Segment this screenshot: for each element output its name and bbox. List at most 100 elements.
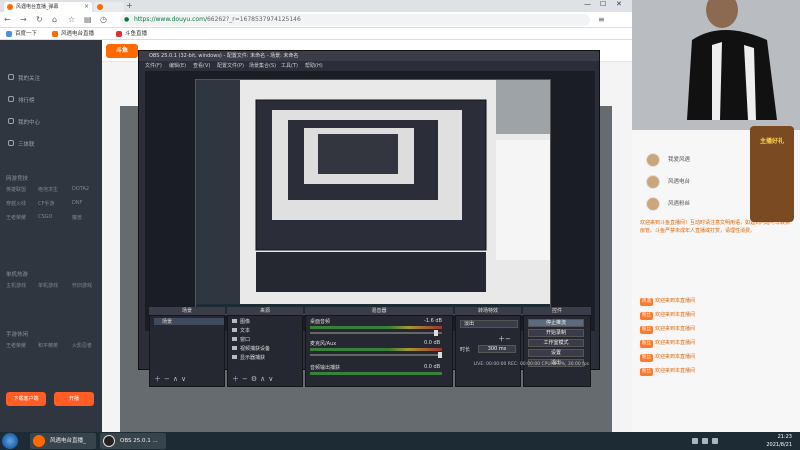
transition-select[interactable]: 淡出 bbox=[460, 320, 518, 328]
url-input[interactable]: ● https://www.douyu.com/66262?_r=1678537… bbox=[120, 14, 590, 26]
source-item[interactable]: 显示器捕获 bbox=[232, 354, 265, 361]
source-item[interactable]: 文本 bbox=[232, 327, 250, 334]
duration-label: 时长 bbox=[460, 347, 471, 353]
taskbar-app-obs[interactable]: OBS 25.0.1 ... bbox=[100, 433, 166, 449]
obs-menu-help[interactable]: 帮助(H) bbox=[305, 62, 323, 69]
start-button[interactable] bbox=[2, 433, 18, 449]
maximize-icon[interactable]: ☐ bbox=[600, 0, 606, 8]
category-link[interactable]: 单机游戏 bbox=[38, 282, 58, 289]
bookmark-item[interactable]: 百度一下 bbox=[6, 29, 37, 39]
category-link[interactable]: 穿越火线 bbox=[6, 200, 26, 207]
avatar bbox=[646, 197, 660, 211]
obs-menu-file[interactable]: 文件(F) bbox=[145, 62, 162, 69]
volume-slider[interactable] bbox=[310, 352, 442, 358]
home-icon[interactable]: ⌂ bbox=[52, 15, 57, 24]
mixer-track-label: 桌面音频 bbox=[310, 319, 331, 325]
rank-user[interactable]: 我爱风遇 bbox=[646, 152, 734, 168]
obs-preview-canvas[interactable]: 场景 场景 ＋−∧∨ 来源 图像 文本 窗口 视频捕获设备 显示器捕获 ＋−⚙∧… bbox=[145, 71, 595, 387]
tab-douyu-live[interactable]: 风遇电台直播_弹幕 × bbox=[4, 2, 92, 12]
history-icon[interactable]: ◷ bbox=[100, 15, 107, 24]
category-link[interactable]: DOTA2 bbox=[72, 186, 89, 192]
duration-input[interactable]: 300 ms bbox=[478, 345, 516, 353]
sources-dock-title: 来源 bbox=[227, 307, 303, 315]
mixer-track-db: -1.6 dB bbox=[424, 318, 442, 324]
sidebar-item-follow[interactable]: 我的关注 bbox=[8, 74, 40, 82]
category-link[interactable]: 英雄联盟 bbox=[6, 186, 26, 193]
reader-icon[interactable]: ▤ bbox=[84, 15, 92, 24]
add-remove-transition-icons[interactable]: ＋− bbox=[498, 334, 511, 344]
category-link[interactable]: 王者荣耀 bbox=[6, 214, 26, 221]
category-link[interactable]: 王者荣耀 bbox=[6, 342, 26, 349]
rank-user[interactable]: 风遇粉丝 bbox=[646, 196, 734, 212]
category-link[interactable]: DNF bbox=[72, 200, 82, 206]
mixer-dock: 桌面音频 -1.6 dB 麦克风/Aux 0.0 dB 音频输出捕获 0.0 d… bbox=[305, 315, 453, 387]
window-source-icon bbox=[232, 337, 237, 341]
stop-streaming-button[interactable]: 停止推流 bbox=[528, 319, 584, 327]
tray-ime-icon[interactable] bbox=[712, 438, 718, 444]
chat-message: 粉丝 欢迎来到本直播间 bbox=[640, 368, 696, 376]
source-item[interactable]: 窗口 bbox=[232, 336, 250, 343]
obs-menu-view[interactable]: 查看(V) bbox=[193, 62, 210, 69]
category-link[interactable]: CF手游 bbox=[38, 200, 54, 207]
transitions-dock: 淡出 ＋− 时长 300 ms bbox=[455, 315, 521, 387]
webcam-overlay bbox=[632, 0, 800, 130]
settings-button[interactable]: 设置 bbox=[528, 349, 584, 357]
new-tab-icon[interactable]: + bbox=[126, 1, 133, 10]
sidebar-item-center[interactable]: 我的中心 bbox=[8, 118, 40, 126]
start-live-button[interactable]: 开播 bbox=[54, 392, 94, 406]
close-window-icon[interactable]: ✕ bbox=[616, 0, 622, 8]
avatar bbox=[646, 153, 660, 167]
sources-dock-controls[interactable]: ＋−⚙∧∨ bbox=[232, 374, 276, 384]
chat-message: 粉丝 欢迎来到本直播间 bbox=[640, 326, 696, 334]
clock-time[interactable]: 21:23 bbox=[778, 434, 792, 440]
system-tray: 21:23 2021/8/21 bbox=[686, 433, 796, 449]
bookmark-item[interactable]: 风遇电台直播 bbox=[52, 29, 94, 39]
mixer-track-db: 0.0 dB bbox=[424, 340, 441, 346]
category-link[interactable]: 魔兽 bbox=[72, 214, 82, 221]
obs-menu-edit[interactable]: 编辑(E) bbox=[169, 62, 186, 69]
forward-icon[interactable]: → bbox=[20, 15, 27, 24]
download-client-button[interactable]: 下载客户端 bbox=[6, 392, 46, 406]
back-icon[interactable]: ← bbox=[4, 15, 11, 24]
volume-knob[interactable] bbox=[434, 330, 438, 336]
category-link[interactable]: CSGO bbox=[38, 214, 52, 220]
scenes-dock-controls[interactable]: ＋−∧∨ bbox=[154, 374, 189, 384]
gift-badge[interactable]: 主播好礼 bbox=[750, 126, 794, 222]
category-link[interactable]: 火影忍者 bbox=[72, 342, 92, 349]
category-link[interactable]: 怀旧游戏 bbox=[72, 282, 92, 289]
douyu-logo[interactable]: 斗鱼 bbox=[106, 44, 138, 58]
obs-menu-profile[interactable]: 配置文件(P) bbox=[217, 62, 244, 69]
minimize-icon[interactable]: — bbox=[584, 0, 591, 8]
studio-mode-button[interactable]: 工作室模式 bbox=[528, 339, 584, 347]
bookmark-item[interactable]: 斗鱼直播 bbox=[116, 29, 147, 39]
category-link[interactable]: 绝地求生 bbox=[38, 186, 58, 193]
source-item[interactable]: 视频捕获设备 bbox=[232, 345, 270, 352]
taskbar-app-browser[interactable]: 风遇电台直播_弹... bbox=[30, 433, 96, 449]
tray-network-icon[interactable] bbox=[692, 438, 698, 444]
rank-user[interactable]: 风遇电台 bbox=[646, 174, 734, 190]
tray-volume-icon[interactable] bbox=[702, 438, 708, 444]
volume-knob[interactable] bbox=[438, 352, 442, 358]
source-item[interactable]: 图像 bbox=[232, 318, 250, 325]
chat-panel: 我爱风遇 风遇电台 风遇粉丝 欢迎来到斗鱼直播间！互动时请注意文明用语，如遇到问… bbox=[632, 0, 800, 432]
volume-slider[interactable] bbox=[310, 330, 442, 336]
douyu-favicon-icon bbox=[7, 4, 13, 10]
sidebar-item-rank[interactable]: 排行榜 bbox=[8, 96, 35, 104]
category-link[interactable]: 和平精英 bbox=[38, 342, 58, 349]
sidebar-item-santi[interactable]: 三体联 bbox=[8, 140, 35, 148]
bookmark-star-icon[interactable]: ☆ bbox=[68, 15, 75, 24]
obs-menu-scene-collection[interactable]: 场景集合(S) bbox=[249, 62, 276, 69]
volume-meter bbox=[310, 372, 442, 375]
category-link[interactable]: 主机游戏 bbox=[6, 282, 26, 289]
close-tab-icon[interactable]: × bbox=[84, 2, 89, 12]
tab-second[interactable] bbox=[94, 2, 124, 12]
start-recording-button[interactable]: 开始录制 bbox=[528, 329, 584, 337]
address-bar: ← → ↻ ⌂ ☆ ▤ ◷ ● https://www.douyu.com/66… bbox=[0, 12, 632, 28]
avatar bbox=[646, 175, 660, 189]
clock-date[interactable]: 2021/8/21 bbox=[766, 442, 792, 448]
scene-item[interactable]: 场景 bbox=[154, 318, 224, 325]
obs-menu-tools[interactable]: 工具(T) bbox=[281, 62, 298, 69]
sidebar-section-title: 网游竞技 bbox=[6, 176, 29, 182]
reload-icon[interactable]: ↻ bbox=[36, 15, 43, 24]
menu-icon[interactable]: ≡ bbox=[598, 15, 605, 24]
